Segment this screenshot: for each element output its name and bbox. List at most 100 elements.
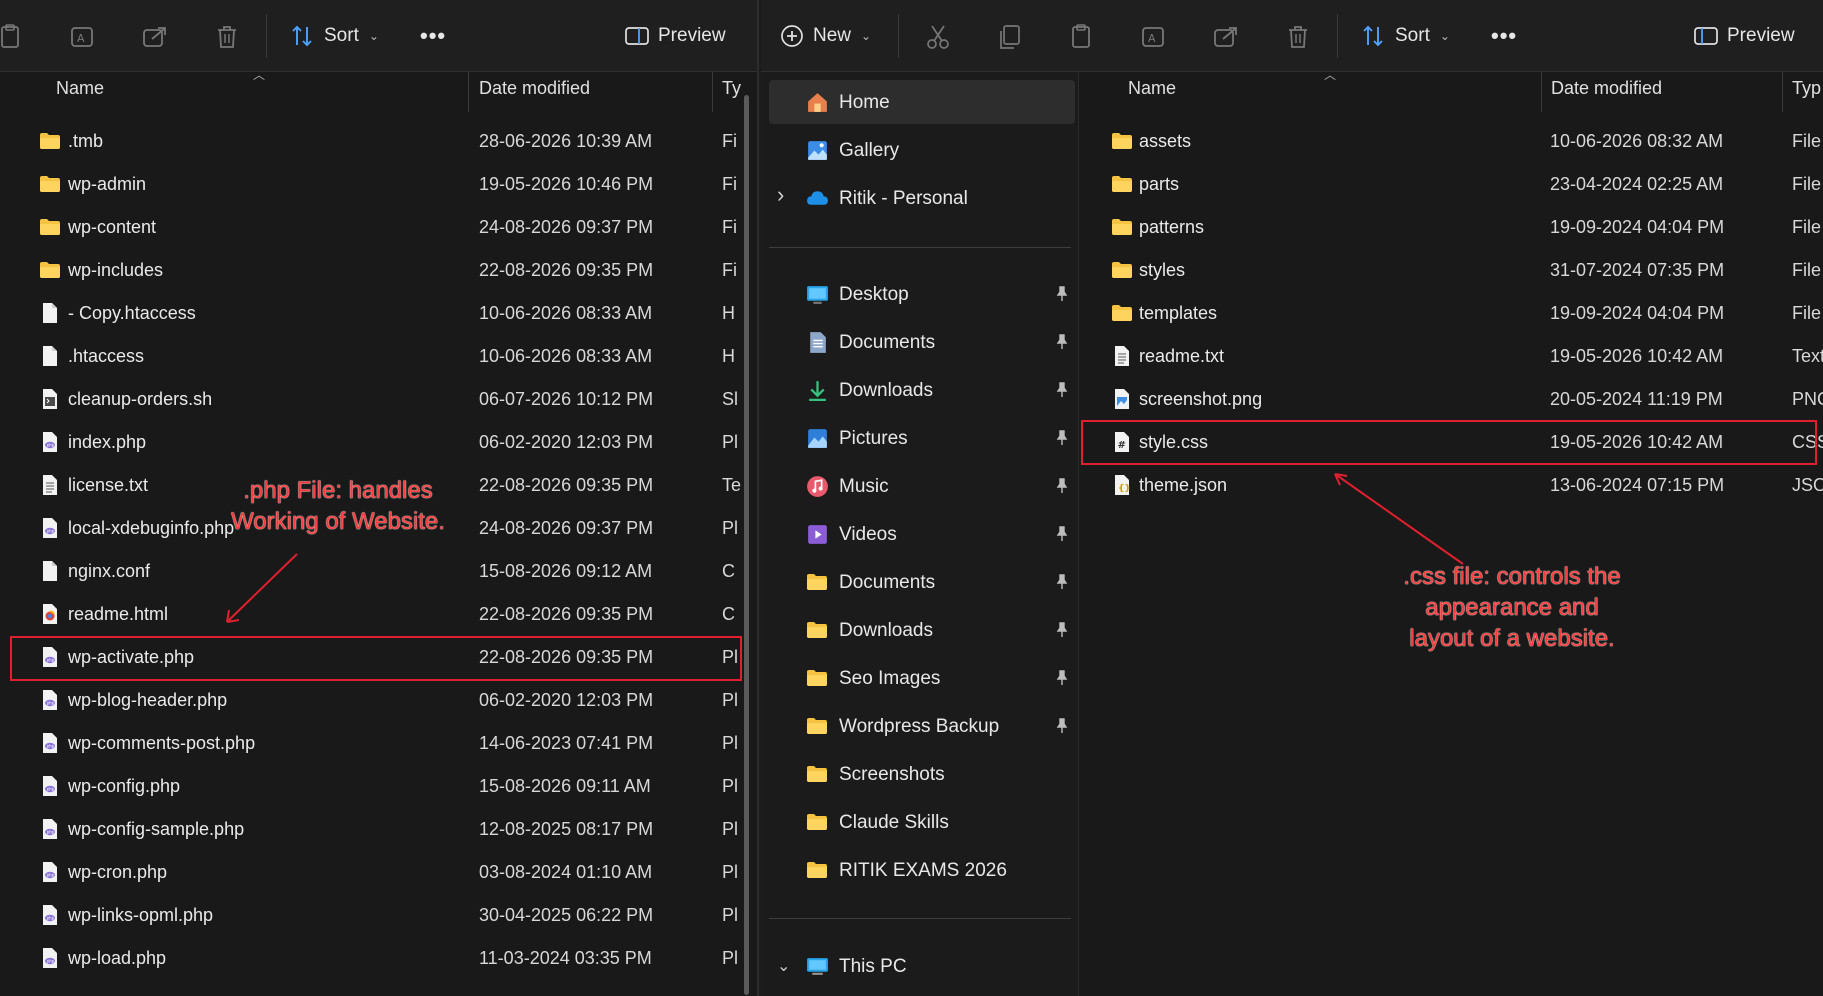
nav-item-gallery[interactable]: Gallery <box>769 128 1075 172</box>
file-row-nginx-conf[interactable]: nginx.conf 15-08-2026 09:12 AM C <box>38 551 738 591</box>
column-header-name[interactable]: Name <box>56 78 104 108</box>
file-row-styles[interactable]: styles 31-07-2024 07:35 PM File <box>1110 250 1821 290</box>
file-type: Pl <box>722 905 739 925</box>
file-date-modified: 11-03-2024 03:35 PM <box>479 948 652 968</box>
file-type: File <box>1792 174 1822 194</box>
file-row-cleanup-orders-sh[interactable]: cleanup-orders.sh 06-07-2026 10:12 PM Sl <box>38 379 738 419</box>
delete-icon[interactable] <box>212 22 242 52</box>
json-icon: {} <box>1110 473 1134 497</box>
file-row-wp-load-php[interactable]: php wp-load.php 11-03-2024 03:35 PM Pl <box>38 938 738 978</box>
more-options-button[interactable]: ••• <box>1491 18 1517 54</box>
column-header-date[interactable]: Date modified <box>479 78 590 108</box>
column-header-date[interactable]: Date modified <box>1551 78 1662 108</box>
file-row-wp-config-php[interactable]: php wp-config.php 15-08-2026 09:11 AM Pl <box>38 766 738 806</box>
delete-icon[interactable] <box>1283 22 1313 52</box>
file-row-index-php[interactable]: php index.php 06-02-2020 12:03 PM Pl <box>38 422 738 462</box>
nav-item-ritik-personal[interactable]: › Ritik - Personal <box>769 176 1075 220</box>
file-row-copy-htaccess[interactable]: - Copy.htaccess 10-06-2026 08:33 AM H <box>38 293 738 333</box>
nav-item-this-pc[interactable]: ⌄ This PC <box>769 944 1075 988</box>
file-row-parts[interactable]: parts 23-04-2024 02:25 AM File <box>1110 164 1822 204</box>
file-date-modified: 22-08-2026 09:35 PM <box>479 260 654 280</box>
file-row-assets[interactable]: assets 10-06-2026 08:32 AM File <box>1110 121 1821 161</box>
nav-item-downloads[interactable]: Downloads <box>769 608 1075 652</box>
paste-icon[interactable] <box>1067 22 1097 52</box>
file-row-templates[interactable]: templates 19-09-2024 04:04 PM File <box>1110 293 1821 333</box>
vertical-scrollbar[interactable] <box>744 95 749 995</box>
chevron-down-icon[interactable]: ⌄ <box>777 956 790 976</box>
file-name: wp-content <box>68 217 157 237</box>
highlight-style-css <box>1081 420 1817 465</box>
file-row-readme-html[interactable]: readme.html 22-08-2026 09:35 PM C <box>38 594 738 634</box>
nav-item-claude-skills[interactable]: Claude Skills <box>769 800 1075 844</box>
file-row-readme-txt[interactable]: readme.txt 19-05-2026 10:42 AM Text <box>1110 336 1823 376</box>
more-options-button[interactable]: ••• <box>420 18 446 54</box>
svg-text:php: php <box>47 443 55 448</box>
file-date-modified: 19-05-2026 10:42 AM <box>1550 346 1724 366</box>
file-row-wp-content[interactable]: wp-content 24-08-2026 09:37 PM Fi <box>38 207 738 247</box>
file-row-wp-config-sample-php[interactable]: php wp-config-sample.php 12-08-2025 08:17 … <box>38 809 738 849</box>
paste-icon[interactable] <box>0 22 26 52</box>
videos-icon <box>805 522 830 547</box>
image-icon <box>1110 387 1134 411</box>
nav-item-music[interactable]: Music <box>769 464 1075 508</box>
php-icon: php <box>38 860 62 884</box>
file-row-wp-links-opml-php[interactable]: php wp-links-opml.php 30-04-2025 06:22 PM P… <box>38 895 738 935</box>
preview-icon <box>1694 27 1718 45</box>
file-row-patterns[interactable]: patterns 19-09-2024 04:04 PM File <box>1110 207 1821 247</box>
column-header-name[interactable]: Name <box>1128 78 1176 108</box>
nav-item-documents[interactable]: Documents <box>769 320 1075 364</box>
file-row-htaccess[interactable]: .htaccess 10-06-2026 08:33 AM H <box>38 336 738 376</box>
share-icon[interactable] <box>140 22 170 52</box>
nav-item-label: Documents <box>839 332 936 353</box>
nav-item-ritik-exams-2026[interactable]: RITIK EXAMS 2026 <box>769 848 1075 892</box>
column-header-type[interactable]: Ty <box>722 78 741 108</box>
file-row-wp-comments-post-php[interactable]: php wp-comments-post.php 14-06-2023 07:41 … <box>38 723 738 763</box>
file-row-wp-admin[interactable]: wp-admin 19-05-2026 10:46 PM Fi <box>38 164 738 204</box>
sort-button[interactable]: Sort ⌄ <box>290 18 379 54</box>
nav-item-seo-images[interactable]: Seo Images <box>769 656 1075 700</box>
rename-icon[interactable]: A <box>1139 22 1169 52</box>
nav-item-wordpress-backup[interactable]: Wordpress Backup <box>769 704 1075 748</box>
new-button[interactable]: New ⌄ <box>779 18 871 54</box>
file-date-modified: 31-07-2024 07:35 PM <box>1550 260 1725 280</box>
nav-item-desktop[interactable]: Desktop <box>769 272 1075 316</box>
copy-icon[interactable] <box>995 22 1025 52</box>
folder-icon <box>805 666 830 691</box>
sort-button[interactable]: Sort ⌄ <box>1361 18 1450 54</box>
file-date-modified: 03-08-2024 01:10 AM <box>479 862 653 882</box>
file-row-wp-blog-header-php[interactable]: php wp-blog-header.php 06-02-2020 12:03 PM… <box>38 680 738 720</box>
nav-item-home[interactable]: Home <box>769 80 1075 124</box>
nav-item-downloads[interactable]: Downloads <box>769 368 1075 412</box>
chevron-right-icon[interactable]: › <box>777 182 784 208</box>
file-row-wp-includes[interactable]: wp-includes 22-08-2026 09:35 PM Fi <box>38 250 738 290</box>
file-row-screenshot-png[interactable]: screenshot.png 20-05-2024 11:19 PM PNG <box>1110 379 1823 419</box>
nav-item-screenshots[interactable]: Screenshots <box>769 752 1075 796</box>
cut-icon[interactable] <box>923 22 953 52</box>
column-header-type[interactable]: Typ <box>1792 78 1821 108</box>
sort-icon <box>1363 25 1383 47</box>
pin-icon <box>1054 574 1070 590</box>
svg-text:A: A <box>77 32 85 45</box>
nav-item-documents[interactable]: Documents <box>769 560 1075 604</box>
svg-text:php: php <box>47 787 55 792</box>
file-name: .tmb <box>68 131 104 151</box>
file-icon <box>38 344 62 368</box>
file-row-tmb[interactable]: .tmb 28-06-2026 10:39 AM Fi <box>38 121 738 161</box>
preview-button[interactable]: Preview <box>624 18 726 54</box>
folder-icon <box>805 858 830 883</box>
file-name: cleanup-orders.sh <box>68 389 213 409</box>
file-name: - Copy.htaccess <box>68 303 196 323</box>
file-date-modified: 22-08-2026 09:35 PM <box>479 604 654 624</box>
preview-button[interactable]: Preview <box>1693 18 1795 54</box>
folder-icon <box>1110 129 1134 153</box>
nav-item-label: Screenshots <box>839 764 945 785</box>
file-name: index.php <box>68 432 147 452</box>
file-type: Pl <box>722 862 739 882</box>
rename-icon[interactable]: A <box>68 22 98 52</box>
file-row-wp-cron-php[interactable]: php wp-cron.php 03-08-2024 01:10 AM Pl <box>38 852 738 892</box>
share-icon[interactable] <box>1211 22 1241 52</box>
pin-icon <box>1054 286 1070 302</box>
svg-text:php: php <box>47 744 55 749</box>
nav-item-videos[interactable]: Videos <box>769 512 1075 556</box>
nav-item-pictures[interactable]: Pictures <box>769 416 1075 460</box>
